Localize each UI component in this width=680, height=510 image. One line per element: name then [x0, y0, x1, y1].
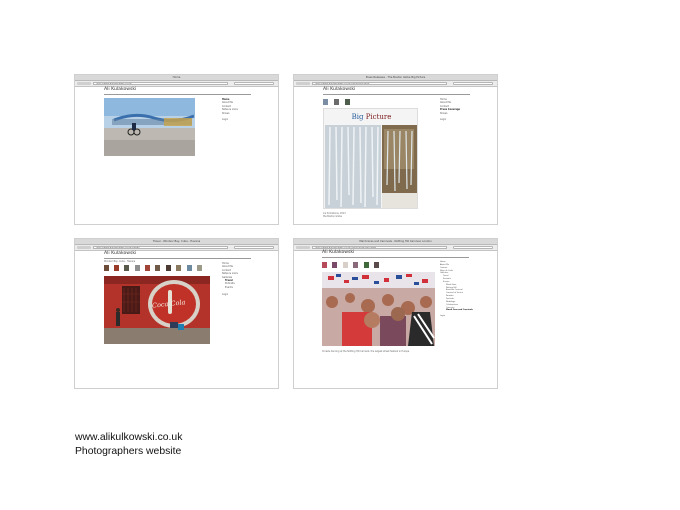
- browser-window-home: Home http://www.alikulkowski.co.uk/ Ali …: [74, 74, 279, 225]
- website-url-caption: www.alikulkowski.co.uk: [75, 432, 183, 443]
- thumbnail[interactable]: [322, 262, 327, 268]
- article-title-word2: Picture: [365, 113, 392, 121]
- site-name[interactable]: Ali Kulakowski: [104, 87, 136, 92]
- thumbnail[interactable]: [353, 262, 358, 268]
- article-screenshot[interactable]: Picture Big Picture: [323, 108, 418, 209]
- thumbnail[interactable]: [364, 262, 369, 268]
- image-caption: the Boston Globe: [323, 215, 342, 218]
- nav-item[interactable]: Login: [222, 293, 238, 296]
- address-bar[interactable]: http://www.alikulkowski.co.uk/the-big-pi…: [312, 82, 447, 85]
- article-title-word1: Big: [351, 113, 364, 121]
- search-field[interactable]: [453, 246, 493, 249]
- gallery-subtitle: Windsor Bay, Cuba - Havana: [104, 260, 136, 263]
- nav-back-forward-buttons[interactable]: [296, 82, 310, 85]
- browser-window-travel: Travel - Windsor Bay, Cuba - Havana http…: [74, 238, 279, 389]
- browser-window-big-picture: Press Releases - The Boston Globe Big Pi…: [293, 74, 498, 225]
- address-bar[interactable]: http://www.alikulkowski.co.uk/: [93, 82, 228, 85]
- thumbnail[interactable]: [104, 265, 109, 271]
- search-field[interactable]: [234, 246, 274, 249]
- nav-back-forward-buttons[interactable]: [77, 82, 91, 85]
- thumbnail[interactable]: [166, 265, 171, 271]
- sidebar-nav: Home About Me Contact Notes & Links Gall…: [222, 262, 238, 296]
- gallery-photo-carnival-crowd[interactable]: [322, 272, 435, 346]
- nav-item[interactable]: Login: [440, 315, 473, 318]
- browser-window-carnival: Mardi Gras and Carnivals - Notting Hill …: [293, 238, 498, 389]
- address-bar[interactable]: http://www.alikulkowski.co.uk/mardi-gras…: [312, 246, 447, 249]
- thumbnail[interactable]: [145, 265, 150, 271]
- nav-back-forward-buttons[interactable]: [296, 246, 310, 249]
- gallery-photo-coca-cola-wall[interactable]: Coca-Cola: [104, 276, 210, 344]
- site-name[interactable]: Ali Kulakowski: [322, 250, 354, 255]
- thumbnail[interactable]: [176, 265, 181, 271]
- sidebar-nav: Home About Me Contact Notes & Links Gall…: [440, 261, 473, 318]
- nav-back-forward-buttons[interactable]: [77, 246, 91, 249]
- thumbnail[interactable]: [345, 99, 350, 105]
- header-rule: [104, 94, 251, 95]
- site-name[interactable]: Ali Kulakowski: [104, 251, 136, 256]
- thumbnail[interactable]: [155, 265, 160, 271]
- article-masthead: Picture Big Picture: [324, 109, 417, 125]
- sidebar-nav: Home About Me Contact Press Coverage Sho…: [440, 98, 460, 122]
- thumbnail[interactable]: [374, 262, 379, 268]
- carnival-crowd-image: [322, 272, 435, 346]
- nav-item[interactable]: Login: [222, 118, 238, 121]
- thumbnail[interactable]: [323, 99, 328, 105]
- image-caption: Crowds dancing at the Notting Hill Carni…: [322, 350, 410, 353]
- thumbnail[interactable]: [124, 265, 129, 271]
- search-field[interactable]: [234, 82, 274, 85]
- header-rule: [104, 258, 251, 259]
- thumbnail[interactable]: [187, 265, 192, 271]
- thumbnail[interactable]: [343, 262, 348, 268]
- coca-cola-wall-image: [104, 276, 210, 344]
- sidebar-nav: Home About Me Contact Notes & Links Show…: [222, 98, 238, 122]
- search-field[interactable]: [453, 82, 493, 85]
- ice-photos-image: [325, 125, 417, 208]
- header-rule: [323, 94, 470, 95]
- gallery-photo-beach[interactable]: [104, 98, 195, 156]
- beach-scene-image: [104, 98, 195, 156]
- thumbnail[interactable]: [114, 265, 119, 271]
- nav-item[interactable]: Login: [440, 118, 460, 121]
- address-bar[interactable]: http://www.alikulkowski.co.uk/travel/: [93, 246, 228, 249]
- thumbnail[interactable]: [332, 262, 337, 268]
- thumbnail[interactable]: [197, 265, 202, 271]
- thumbnail[interactable]: [135, 265, 140, 271]
- thumbnail[interactable]: [334, 99, 339, 105]
- site-name[interactable]: Ali Kulakowski: [323, 87, 355, 92]
- header-rule: [322, 257, 469, 258]
- website-description-caption: Photographers website: [75, 446, 182, 457]
